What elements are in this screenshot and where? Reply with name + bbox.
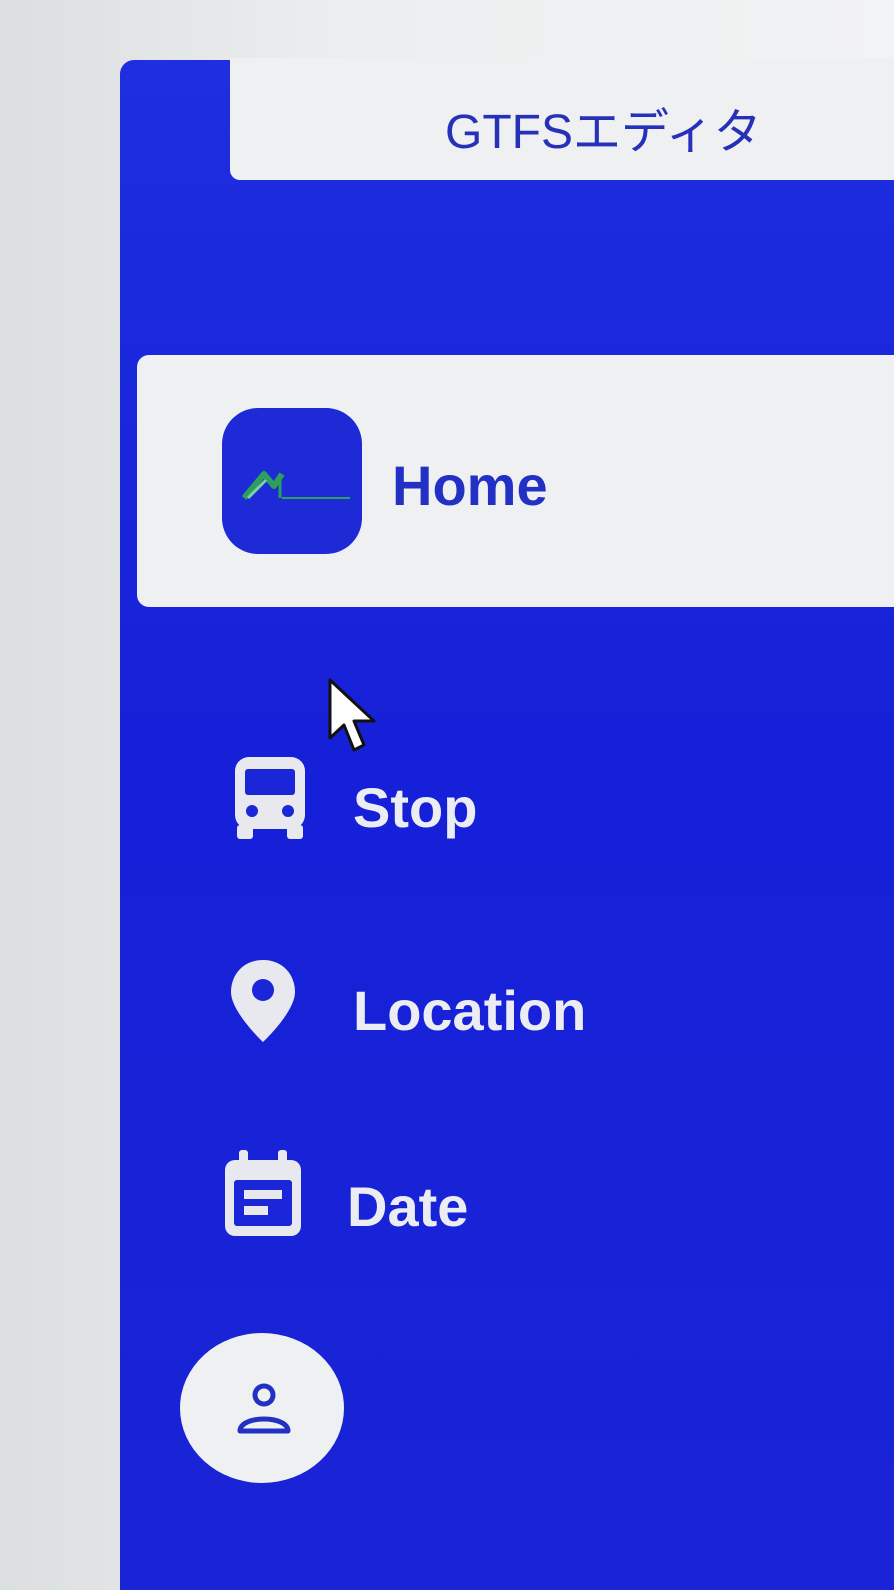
mouse-cursor-icon — [326, 678, 382, 758]
sidebar-item-location[interactable]: Location — [225, 958, 825, 1058]
bus-icon — [225, 755, 315, 845]
sidebar-item-label: Date — [347, 1175, 469, 1238]
calendar-icon — [225, 1150, 315, 1240]
sidebar-item-label: Location — [353, 979, 587, 1042]
app-logo-icon — [222, 408, 362, 554]
sidebar-item-label: Home — [392, 454, 548, 517]
sidebar-item-label: Stop — [353, 776, 478, 839]
account-button[interactable] — [180, 1333, 344, 1483]
app-title: GTFSエディタ — [445, 106, 762, 159]
sidebar-item-date[interactable]: Date — [225, 1150, 825, 1250]
user-icon — [237, 1383, 291, 1434]
sidebar-item-stop[interactable]: Stop — [225, 755, 825, 855]
location-pin-icon — [225, 958, 315, 1048]
